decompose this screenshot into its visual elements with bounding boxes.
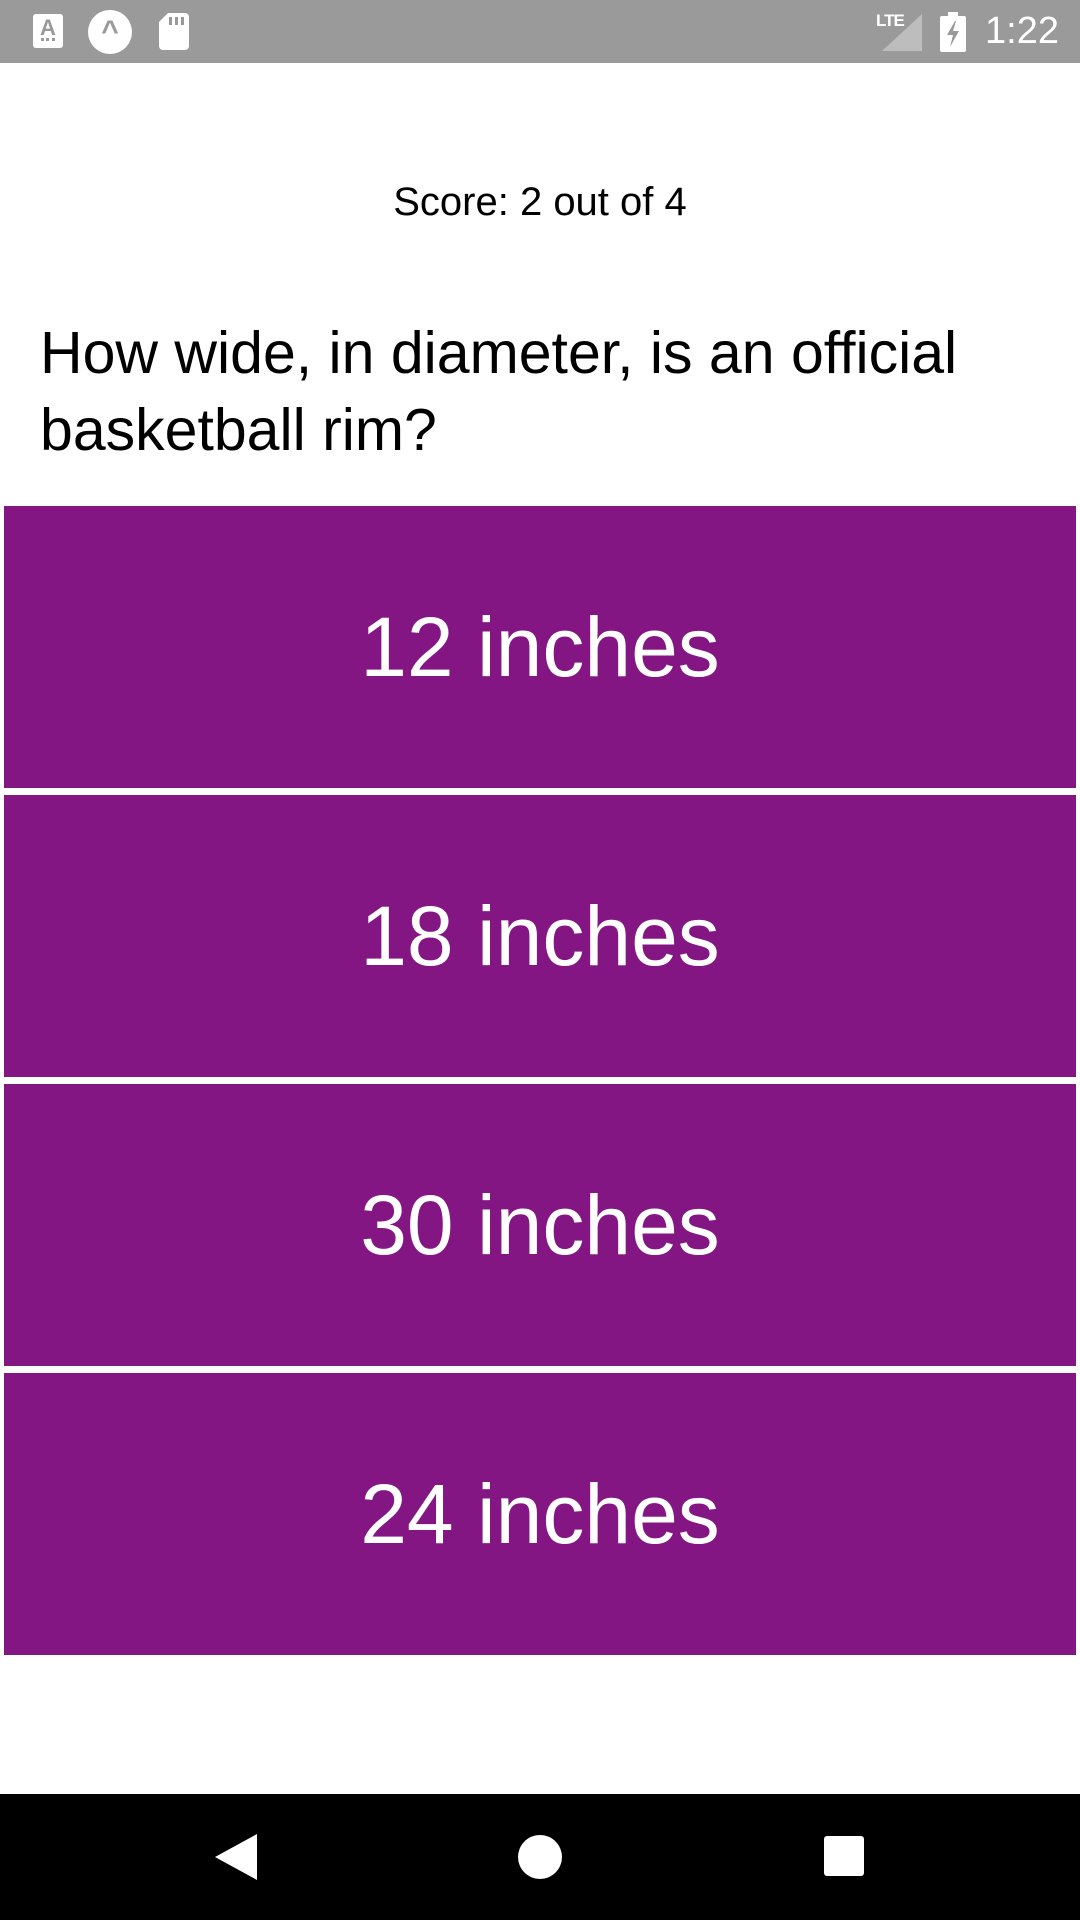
answer-button-2[interactable]: 18 inches: [4, 795, 1076, 1077]
answer-label: 18 inches: [360, 889, 720, 983]
back-icon[interactable]: [215, 1834, 257, 1880]
sd-card-icon: [159, 13, 189, 50]
navigation-bar: [0, 1794, 1080, 1920]
answer-button-3[interactable]: 30 inches: [4, 1084, 1076, 1366]
battery-charging-icon: [940, 12, 966, 52]
answer-label: 12 inches: [360, 600, 720, 694]
arch-app-icon: ^: [88, 10, 132, 54]
app-notification-icon: A: [33, 14, 63, 48]
answer-label: 24 inches: [360, 1467, 720, 1561]
recents-icon[interactable]: [824, 1836, 864, 1876]
question-text: How wide, in diameter, is an official ba…: [40, 320, 958, 463]
network-type-label: LTE: [876, 11, 905, 30]
answer-button-4[interactable]: 24 inches: [4, 1373, 1076, 1655]
answer-button-1[interactable]: 12 inches: [4, 506, 1076, 788]
answer-label: 30 inches: [360, 1178, 720, 1272]
status-time: 1:22: [985, 10, 1059, 52]
status-bar: A ^ LTE 1:22: [0, 0, 1080, 63]
home-icon[interactable]: [518, 1835, 562, 1879]
score-label: Score: 2 out of 4: [393, 180, 687, 224]
